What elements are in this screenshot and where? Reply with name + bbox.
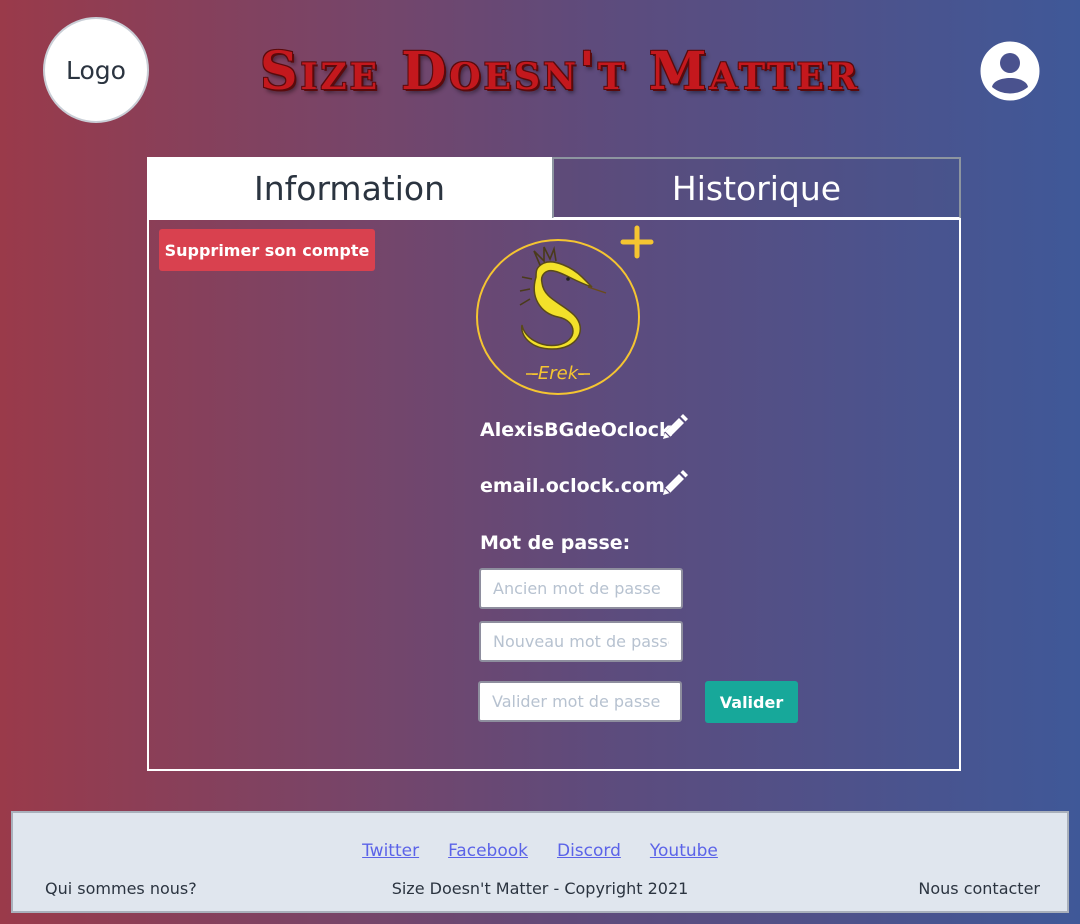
profile-panel: Information Historique Supprimer son com… (147, 157, 961, 771)
pencil-icon[interactable] (659, 469, 689, 499)
about-link[interactable]: Qui sommes nous? (45, 879, 197, 898)
contact-link[interactable]: Nous contacter (918, 879, 1040, 898)
information-content: Supprimer son compte -Erek- AlexisBGdeOc… (147, 218, 961, 771)
site-title: Size Doesn't Matter (260, 40, 860, 102)
facebook-link[interactable]: Facebook (448, 841, 528, 861)
profile-avatar[interactable]: -Erek- (474, 237, 642, 397)
avatar-caption: -Erek- (531, 363, 584, 384)
email-row: email.oclock.com (480, 475, 665, 497)
discord-link[interactable]: Discord (557, 841, 621, 861)
footer-social-links: Twitter Facebook Discord Youtube (13, 841, 1067, 861)
tab-historique[interactable]: Historique (552, 157, 961, 219)
logo-text: Logo (66, 55, 126, 85)
new-password-input[interactable] (479, 621, 683, 662)
tab-information-label: Information (253, 168, 446, 208)
footer: Twitter Facebook Discord Youtube Size Do… (11, 811, 1069, 913)
old-password-input[interactable] (479, 568, 683, 609)
twitter-link[interactable]: Twitter (362, 841, 419, 861)
tab-information[interactable]: Information (147, 157, 552, 219)
email-text: email.oclock.com (480, 475, 665, 497)
username-row: AlexisBGdeOclock (480, 419, 672, 441)
pencil-icon[interactable] (659, 413, 689, 443)
tab-bar: Information Historique (147, 157, 961, 219)
user-avatar-icon[interactable] (980, 41, 1040, 101)
delete-account-button[interactable]: Supprimer son compte (159, 229, 375, 271)
username-text: AlexisBGdeOclock (480, 419, 672, 441)
password-label: Mot de passe: (480, 532, 631, 554)
youtube-link[interactable]: Youtube (650, 841, 718, 861)
plus-icon[interactable] (619, 224, 655, 260)
confirm-password-input[interactable] (478, 681, 682, 722)
logo[interactable]: Logo (43, 17, 149, 123)
tab-historique-label: Historique (671, 168, 842, 208)
validate-button[interactable]: Valider (705, 681, 798, 723)
